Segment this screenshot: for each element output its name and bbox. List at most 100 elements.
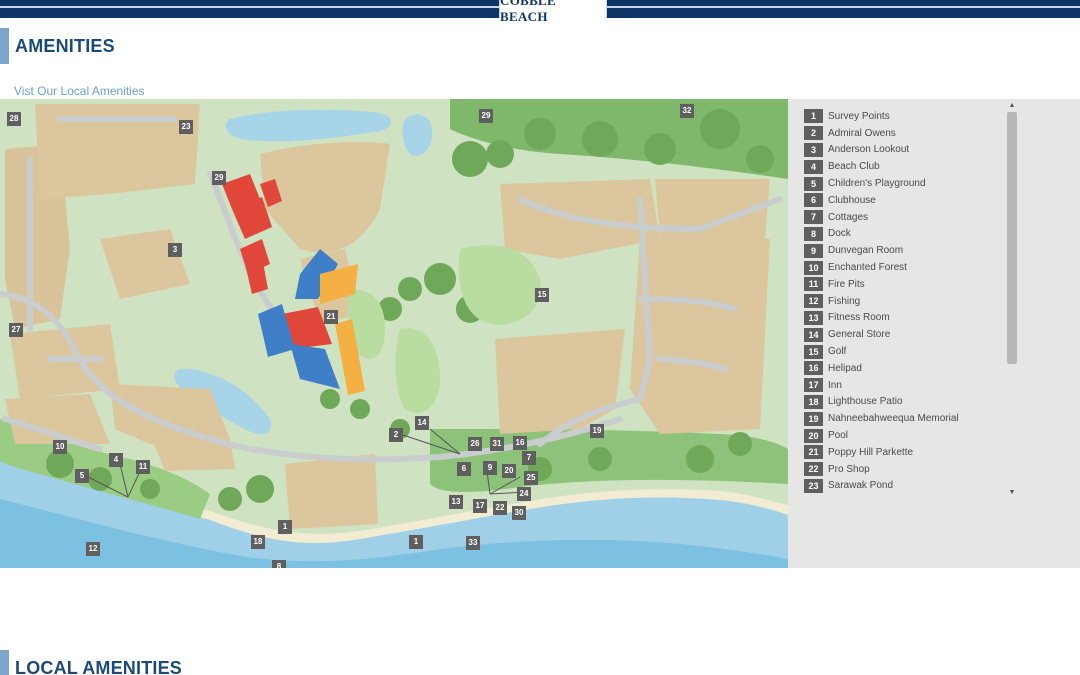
amenity-label: Anderson Lookout: [828, 144, 910, 156]
amenity-list[interactable]: 1 Survey Points 2 Admiral Owens 3 Anderson Lo…: [804, 108, 1004, 495]
map-pin[interactable]: 21: [324, 310, 338, 324]
amenity-label: Lighthouse Patio: [828, 396, 903, 408]
scroll-thumb[interactable]: [1007, 112, 1017, 364]
map-pin[interactable]: 29: [212, 171, 226, 185]
amenity-label: Cottages: [828, 211, 869, 223]
amenity-number-badge: 15: [804, 344, 823, 359]
amenity-list-item[interactable]: 15 Golf: [804, 343, 1004, 360]
map-pin[interactable]: 4: [109, 453, 123, 467]
amenities-heading: AMENITIES: [0, 28, 115, 64]
amenity-label: Fishing: [828, 295, 861, 307]
map-pin[interactable]: 5: [75, 469, 89, 483]
map-pin[interactable]: 1: [278, 520, 292, 534]
map-pin[interactable]: 32: [680, 104, 694, 118]
map-pin[interactable]: 27: [9, 323, 23, 337]
amenity-label: Dock: [828, 228, 851, 240]
amenity-list-item[interactable]: 1 Survey Points: [804, 108, 1004, 125]
map-pin[interactable]: 7: [522, 451, 536, 465]
amenity-list-item[interactable]: 11 Fire Pits: [804, 276, 1004, 293]
amenity-list-item[interactable]: 18 Lighthouse Patio: [804, 394, 1004, 411]
map-pin[interactable]: 10: [53, 440, 67, 454]
map-pin[interactable]: 26: [468, 437, 482, 451]
map-pin[interactable]: 29: [479, 109, 493, 123]
map-pin[interactable]: 8: [272, 560, 286, 568]
amenity-label: General Store: [828, 329, 891, 341]
map-pin[interactable]: 24: [517, 487, 531, 501]
map-pin[interactable]: 16: [513, 436, 527, 450]
map-pin[interactable]: 15: [535, 288, 549, 302]
map-pin[interactable]: 28: [7, 112, 21, 126]
amenity-number-badge: 19: [804, 411, 823, 426]
map-pin[interactable]: 19: [590, 424, 604, 438]
map-pin[interactable]: 3: [168, 243, 182, 257]
amenity-list-item[interactable]: 9 Dunvegan Room: [804, 242, 1004, 259]
amenity-list-item[interactable]: 16 Helipad: [804, 360, 1004, 377]
map-pin[interactable]: 11: [136, 460, 150, 474]
map-pin[interactable]: 13: [449, 495, 463, 509]
amenity-list-item[interactable]: 5 Children's Playground: [804, 175, 1004, 192]
amenity-number-badge: 7: [804, 210, 823, 225]
map-pin[interactable]: 22: [493, 501, 507, 515]
amenity-list-item[interactable]: 19 Nahneebahweequa Memorial: [804, 410, 1004, 427]
logo-text: COBBLE BEACH: [500, 0, 556, 24]
amenity-label: Fire Pits: [828, 278, 865, 290]
amenity-list-item[interactable]: 23 Sarawak Pond: [804, 478, 1004, 495]
amenity-list-item[interactable]: 21 Poppy Hill Parkette: [804, 444, 1004, 461]
scroll-up-icon[interactable]: ▲: [1006, 101, 1018, 111]
map-pin[interactable]: 12: [86, 542, 100, 556]
map-pin[interactable]: 6: [457, 462, 471, 476]
map-pin[interactable]: 17: [473, 499, 487, 513]
amenity-list-item[interactable]: 3 Anderson Lookout: [804, 142, 1004, 159]
amenity-list-item[interactable]: 2 Admiral Owens: [804, 125, 1004, 142]
amenity-label: Children's Playground: [828, 178, 926, 190]
amenity-list-item[interactable]: 12 Fishing: [804, 293, 1004, 310]
amenity-number-badge: 12: [804, 294, 823, 309]
logo[interactable]: COBBLE BEACH: [499, 0, 607, 24]
amenity-list-item[interactable]: 17 Inn: [804, 377, 1004, 394]
amenity-number-badge: 17: [804, 378, 823, 393]
amenity-number-badge: 3: [804, 142, 823, 157]
community-map[interactable]: 28 23 29 29 32 3 15 27 21 14 2 26 31 16 …: [0, 99, 788, 568]
amenity-list-item[interactable]: 13 Fitness Room: [804, 310, 1004, 327]
amenity-list-item[interactable]: 20 Pool: [804, 427, 1004, 444]
amenity-number-badge: 18: [804, 394, 823, 409]
map-pin[interactable]: 1: [409, 535, 423, 549]
amenity-list-item[interactable]: 6 Clubhouse: [804, 192, 1004, 209]
amenity-list-item[interactable]: 8 Dock: [804, 226, 1004, 243]
map-pin[interactable]: 14: [415, 416, 429, 430]
amenity-number-badge: 2: [804, 126, 823, 141]
local-amenities-heading: LOCAL AMENITIES: [0, 650, 182, 675]
amenity-label: Beach Club: [828, 161, 880, 173]
amenity-number-badge: 5: [804, 176, 823, 191]
amenity-number-badge: 1: [804, 109, 823, 124]
amenity-list-item[interactable]: 10 Enchanted Forest: [804, 259, 1004, 276]
amenity-label: Admiral Owens: [828, 127, 896, 139]
amenity-list-item[interactable]: 22 Pro Shop: [804, 461, 1004, 478]
amenity-list-item[interactable]: 7 Cottages: [804, 209, 1004, 226]
amenity-label: Poppy Hill Parkette: [828, 446, 914, 458]
amenity-number-badge: 10: [804, 260, 823, 275]
amenity-number-badge: 9: [804, 243, 823, 258]
amenity-number-badge: 11: [804, 277, 823, 292]
map-pin[interactable]: 31: [490, 437, 504, 451]
map-pin[interactable]: 18: [251, 535, 265, 549]
amenity-label: Helipad: [828, 362, 862, 374]
map-pin[interactable]: 23: [179, 120, 193, 134]
top-banner: COBBLE BEACH: [0, 0, 1080, 24]
amenities-heading-text: AMENITIES: [15, 35, 115, 56]
amenity-label: Inn: [828, 379, 842, 391]
amenity-list-item[interactable]: 4 Beach Club: [804, 158, 1004, 175]
amenity-label: Sarawak Pond: [828, 480, 894, 492]
amenity-label: Pro Shop: [828, 463, 870, 475]
map-pin[interactable]: 33: [466, 536, 480, 550]
map-pin[interactable]: 2: [389, 428, 403, 442]
local-amenities-link[interactable]: Vist Our Local Amenities: [14, 84, 145, 98]
map-pin[interactable]: 25: [524, 471, 538, 485]
legend-scrollbar[interactable]: ▲ ▼: [1006, 101, 1018, 498]
map-pin[interactable]: 30: [512, 506, 526, 520]
scroll-down-icon[interactable]: ▼: [1006, 488, 1018, 498]
amenity-number-badge: 16: [804, 361, 823, 376]
map-pin[interactable]: 20: [502, 464, 516, 478]
map-pin[interactable]: 9: [483, 461, 497, 475]
amenity-list-item[interactable]: 14 General Store: [804, 326, 1004, 343]
